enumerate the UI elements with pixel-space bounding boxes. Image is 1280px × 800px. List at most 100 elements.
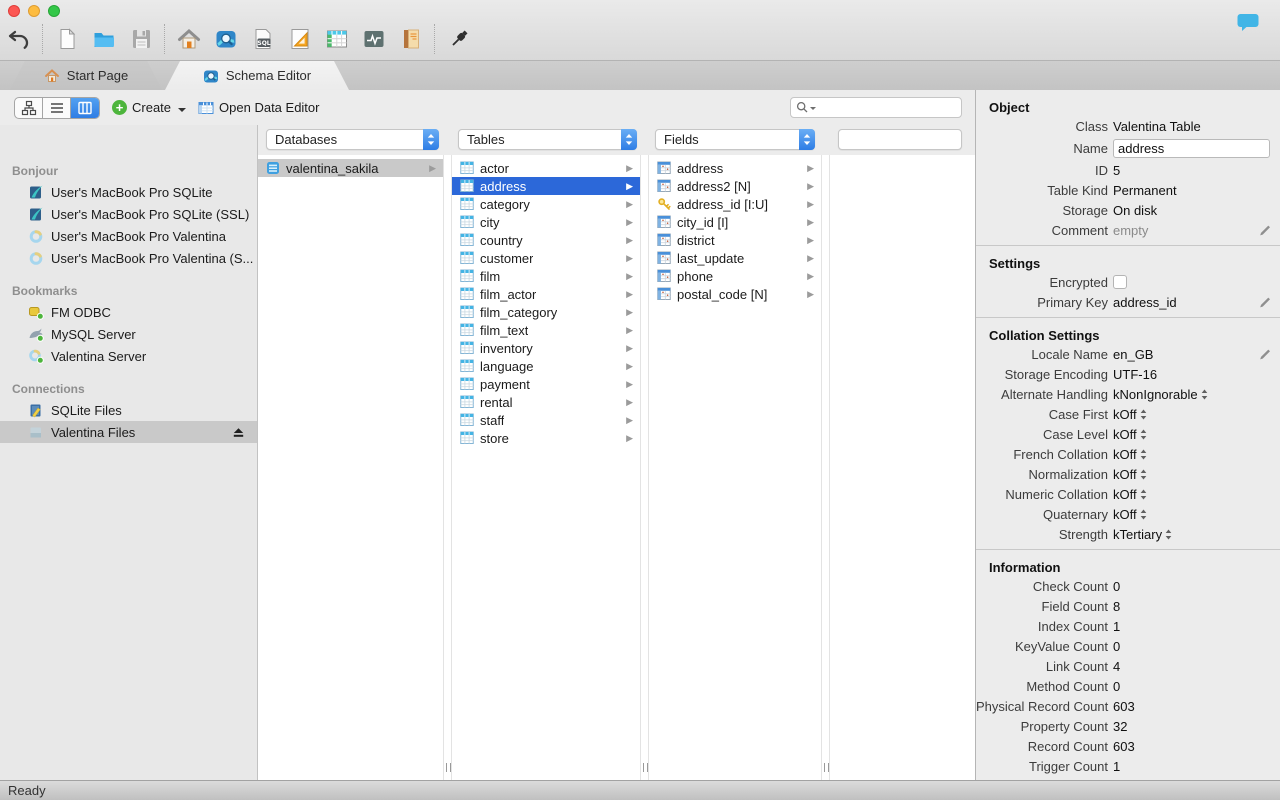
save-icon[interactable] <box>122 23 159 55</box>
select-arrows-icon[interactable] <box>1140 409 1147 420</box>
sidebar-item-mysql-server[interactable]: MySQL Server <box>0 323 257 345</box>
browser-row-category[interactable]: category ▶ <box>452 195 640 213</box>
browser-row-rental[interactable]: rental ▶ <box>452 393 640 411</box>
name-input[interactable] <box>1113 138 1270 158</box>
close-window-button[interactable] <box>8 5 20 17</box>
tree-view-button[interactable] <box>15 97 43 118</box>
chevron-down-icon[interactable] <box>178 108 187 116</box>
search-input[interactable] <box>817 100 956 115</box>
strength-select[interactable]: kTertiary <box>1113 527 1172 542</box>
browser-row-language[interactable]: language ▶ <box>452 357 640 375</box>
open-folder-icon[interactable] <box>85 23 122 55</box>
select-arrows-icon[interactable] <box>1140 469 1147 480</box>
sidebar-item-valentina-server[interactable]: Valentina Server <box>0 345 257 367</box>
browser-row-store[interactable]: store ▶ <box>452 429 640 447</box>
browser-row-customer[interactable]: customer ▶ <box>452 249 640 267</box>
browser-row-actor[interactable]: actor ▶ <box>452 159 640 177</box>
select-arrows-icon[interactable] <box>1140 429 1147 440</box>
select-arrows-icon[interactable] <box>1165 529 1172 540</box>
browser-row-film-category[interactable]: film_category ▶ <box>452 303 640 321</box>
encrypted-checkbox[interactable] <box>1113 275 1127 289</box>
browser-row-city-id-i[interactable]: city_id [I] ▶ <box>649 213 821 231</box>
stepper-icon[interactable] <box>799 129 815 150</box>
minimize-window-button[interactable] <box>28 5 40 17</box>
sidebar-item-sqlite-files[interactable]: SQLite Files <box>0 399 257 421</box>
table-icon <box>460 179 474 193</box>
browser-row-address[interactable]: address ▶ <box>649 159 821 177</box>
select-arrows-icon[interactable] <box>1140 449 1147 460</box>
browser-row-address2-n[interactable]: address2 [N] ▶ <box>649 177 821 195</box>
browser-row-country[interactable]: country ▶ <box>452 231 640 249</box>
french-collation-select[interactable]: kOff <box>1113 447 1147 462</box>
server-diagnostics-icon[interactable] <box>355 23 392 55</box>
connection-tool-icon[interactable] <box>440 23 477 55</box>
numeric-collation-select[interactable]: kOff <box>1113 487 1147 502</box>
browser-row-film-text[interactable]: film_text ▶ <box>452 321 640 339</box>
select-arrows-icon[interactable] <box>1140 509 1147 520</box>
inspector-section-title: Object <box>989 99 1030 115</box>
browser-row-inventory[interactable]: inventory ▶ <box>452 339 640 357</box>
sidebar-item-user-s-macbook-pro-sqlite[interactable]: User's MacBook Pro SQLite <box>0 181 257 203</box>
stepper-icon[interactable] <box>621 129 637 150</box>
sidebar-item-user-s-macbook-pro-valentina[interactable]: User's MacBook Pro Valentina <box>0 225 257 247</box>
report-designer-icon[interactable] <box>281 23 318 55</box>
new-document-icon[interactable] <box>48 23 85 55</box>
column-resize-handle[interactable] <box>443 155 452 780</box>
case-first-select[interactable]: kOff <box>1113 407 1147 422</box>
browser-row-address-id-i-u[interactable]: address_id [I:U] ▶ <box>649 195 821 213</box>
browser-row-district[interactable]: district ▶ <box>649 231 821 249</box>
sidebar-item-user-s-macbook-pro-valentina-s[interactable]: User's MacBook Pro Valentina (S... <box>0 247 257 269</box>
sql-editor-icon[interactable]: SQL <box>244 23 281 55</box>
sidebar-item-fm-odbc[interactable]: FM ODBC <box>0 301 257 323</box>
data-editor-icon[interactable] <box>318 23 355 55</box>
sidebar-item-valentina-files[interactable]: Valentina Files <box>0 421 257 443</box>
fields-dropdown[interactable]: Fields <box>655 129 815 150</box>
search-field[interactable] <box>790 97 962 118</box>
browser-row-payment[interactable]: payment ▶ <box>452 375 640 393</box>
browser-row-staff[interactable]: staff ▶ <box>452 411 640 429</box>
chevron-right-icon: ▶ <box>807 198 814 209</box>
select-arrows-icon[interactable] <box>1140 489 1147 500</box>
browser-row-last-update[interactable]: last_update ▶ <box>649 249 821 267</box>
databases-dropdown[interactable]: Databases <box>266 129 439 150</box>
eject-icon[interactable] <box>232 426 257 439</box>
browser-row-city[interactable]: city ▶ <box>452 213 640 231</box>
feedback-bubble-icon[interactable] <box>1236 10 1260 34</box>
browser-row-address[interactable]: address ▶ <box>452 177 640 195</box>
tab-schema-editor[interactable]: Schema Editor <box>165 61 349 90</box>
column-view-button[interactable] <box>71 97 99 118</box>
tab-start-page[interactable]: Start Page <box>10 61 162 90</box>
documentation-icon[interactable] <box>392 23 429 55</box>
home-icon[interactable] <box>170 23 207 55</box>
browser-row-film[interactable]: film ▶ <box>452 267 640 285</box>
schema-editor-icon[interactable] <box>207 23 244 55</box>
browser-row-film-actor[interactable]: film_actor ▶ <box>452 285 640 303</box>
edit-pencil-icon[interactable] <box>1258 296 1271 309</box>
zoom-window-button[interactable] <box>48 5 60 17</box>
property-row-trigger-count: Trigger Count 1 <box>976 756 1280 776</box>
column-resize-handle[interactable] <box>821 155 830 780</box>
case-level-select[interactable]: kOff <box>1113 427 1147 442</box>
create-button[interactable]: + Create <box>112 99 187 116</box>
select-arrows-icon[interactable] <box>1201 389 1208 400</box>
list-view-button[interactable] <box>43 97 71 118</box>
browser-columns: valentina_sakila ▶ actor ▶ address ▶ category… <box>258 155 975 780</box>
property-value: 1 <box>1113 759 1120 774</box>
edit-pencil-icon[interactable] <box>1258 348 1271 361</box>
sidebar-item-user-s-macbook-pro-sqlite-ssl[interactable]: User's MacBook Pro SQLite (SSL) <box>0 203 257 225</box>
column-browser: Databases Tables Fields valentina_sakila… <box>258 125 975 780</box>
open-data-editor-button[interactable]: Open Data Editor <box>198 100 319 116</box>
browser-row-postal-code-n[interactable]: postal_code [N] ▶ <box>649 285 821 303</box>
stepper-icon[interactable] <box>423 129 439 150</box>
quaternary-select[interactable]: kOff <box>1113 507 1147 522</box>
column-resize-handle[interactable] <box>640 155 649 780</box>
edit-pencil-icon[interactable] <box>1258 224 1271 237</box>
browser-row-valentina-sakila[interactable]: valentina_sakila ▶ <box>258 159 443 177</box>
property-value-text: 603 <box>1113 738 1135 754</box>
search-options-caret-icon[interactable] <box>810 107 816 113</box>
tables-dropdown[interactable]: Tables <box>458 129 637 150</box>
normalization-select[interactable]: kOff <box>1113 467 1147 482</box>
browser-row-phone[interactable]: phone ▶ <box>649 267 821 285</box>
alternate-handling-select[interactable]: kNonIgnorable <box>1113 387 1208 402</box>
undo-icon[interactable] <box>0 23 37 55</box>
